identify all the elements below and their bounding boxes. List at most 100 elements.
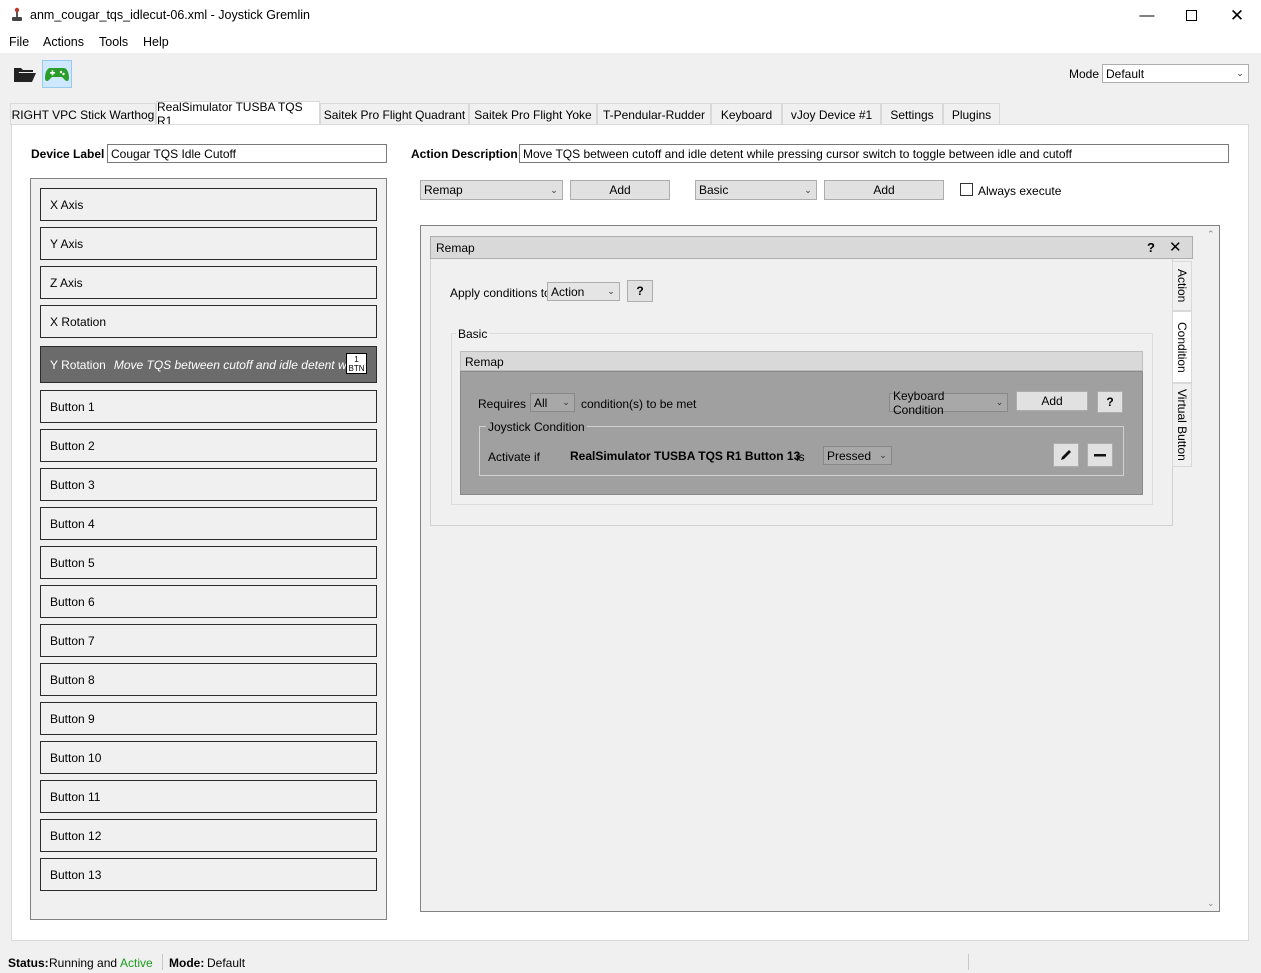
input-item-label: Y Axis (50, 236, 84, 251)
input-item-z-axis[interactable]: Z Axis (40, 266, 377, 299)
input-item-y-axis[interactable]: Y Axis (40, 227, 377, 260)
vertical-scrollbar[interactable]: ⌃ ⌄ (1205, 229, 1217, 909)
input-item-button-5[interactable]: Button 5 (40, 546, 377, 579)
status-text: Running and (49, 956, 118, 970)
action-description-input[interactable]: Move TQS between cutoff and idle detent … (519, 144, 1229, 163)
input-item-label: Button 8 (50, 672, 95, 687)
chevron-down-icon: ⌄ (995, 397, 1004, 407)
basic-group-title: Basic (456, 327, 490, 341)
input-item-label: X Axis (50, 197, 84, 212)
scroll-down-icon[interactable]: ⌄ (1207, 898, 1215, 909)
mode-select-value: Default (1106, 66, 1145, 81)
condition-kind-select[interactable]: Keyboard Condition ⌄ (889, 389, 1008, 417)
chevron-down-icon: ⌄ (607, 286, 615, 296)
scroll-up-icon[interactable]: ⌃ (1207, 229, 1215, 240)
menu-bar: File Actions Tools Help (0, 31, 1261, 53)
add-condition-item-button[interactable]: Add (1016, 391, 1088, 411)
side-tab-condition[interactable]: Condition (1172, 311, 1192, 383)
mode-label: Mode (1069, 67, 1100, 81)
input-item-button-12[interactable]: Button 12 (40, 819, 377, 852)
status-divider (162, 954, 163, 970)
requires-suffix: condition(s) to be met (581, 397, 697, 411)
open-folder-button[interactable] (10, 60, 40, 88)
minus-icon (1094, 454, 1106, 457)
input-item-button-13[interactable]: Button 13 (40, 858, 377, 891)
side-tab-label: Condition (1175, 321, 1189, 373)
activate-if-label: Activate if (488, 450, 541, 464)
tab-settings[interactable]: Settings (881, 103, 943, 125)
action-type-value: Remap (424, 183, 463, 197)
menu-file[interactable]: File (9, 35, 29, 49)
input-item-description: Move TQS between cutoff and idle detent … (113, 357, 350, 372)
close-icon[interactable]: ✕ (1169, 238, 1182, 256)
joystick-condition-title: Joystick Condition (486, 420, 587, 434)
input-item-button-2[interactable]: Button 2 (40, 429, 377, 462)
input-item-label: Button 1 (50, 399, 95, 414)
tab-right-vpc[interactable]: RIGHT VPC Stick Warthog (10, 103, 156, 125)
tab-vjoy[interactable]: vJoy Device #1 (782, 103, 881, 125)
edit-condition-button[interactable] (1053, 443, 1079, 467)
apply-conditions-select[interactable]: Action ⌄ (547, 282, 620, 301)
input-item-label: Button 6 (50, 594, 95, 609)
minimize-button[interactable]: — (1124, 0, 1170, 31)
input-item-label: X Rotation (50, 314, 107, 329)
menu-actions[interactable]: Actions (43, 35, 84, 49)
input-item-button-8[interactable]: Button 8 (40, 663, 377, 696)
action-type-select[interactable]: Remap ⌄ (420, 180, 563, 200)
requires-select[interactable]: All ⌄ (530, 393, 575, 412)
chevron-down-icon: ⌄ (879, 450, 887, 460)
apply-conditions-value: Action (551, 284, 585, 299)
chevron-down-icon: ⌄ (562, 397, 570, 407)
side-tab-virtual-button[interactable]: Virtual Button (1172, 383, 1192, 467)
input-item-button-6[interactable]: Button 6 (40, 585, 377, 618)
add-condition-button[interactable]: Add (824, 180, 944, 200)
input-item-x-axis[interactable]: X Axis (40, 188, 377, 221)
input-item-button-10[interactable]: Button 10 (40, 741, 377, 774)
state-value: Pressed (827, 448, 872, 463)
input-item-label: Button 3 (50, 477, 95, 492)
tab-realsimulator[interactable]: RealSimulator TUSBA TQS R1 (156, 100, 320, 128)
menu-tools[interactable]: Tools (99, 35, 128, 49)
window-title: anm_cougar_tqs_idlecut-06.xml - Joystick… (30, 8, 310, 22)
device-label-input[interactable]: Cougar TQS Idle Cutoff (107, 144, 387, 163)
chevron-down-icon: ⌄ (804, 184, 812, 195)
input-item-button-9[interactable]: Button 9 (40, 702, 377, 735)
condition-type-select[interactable]: Basic ⌄ (695, 180, 817, 200)
help-icon[interactable]: ? (1147, 240, 1155, 255)
button-badge-icon: 1 BTN (346, 353, 367, 374)
add-action-button[interactable]: Add (570, 180, 670, 200)
state-select[interactable]: Pressed ⌄ (823, 446, 892, 465)
side-tab-label: Virtual Button (1175, 389, 1189, 461)
input-item-button-4[interactable]: Button 4 (40, 507, 377, 540)
side-tab-action[interactable]: Action (1172, 261, 1192, 311)
tab-plugins[interactable]: Plugins (943, 103, 1000, 125)
input-item-button-11[interactable]: Button 11 (40, 780, 377, 813)
input-item-label: Y Rotation (50, 357, 106, 372)
tab-keyboard[interactable]: Keyboard (711, 103, 782, 125)
status-active: Active (120, 956, 153, 970)
input-item-button-7[interactable]: Button 7 (40, 624, 377, 657)
close-window-button[interactable]: ✕ (1214, 0, 1260, 31)
input-item-button-1[interactable]: Button 1 (40, 390, 377, 423)
condition-help-button[interactable]: ? (1097, 391, 1123, 413)
is-label: is (796, 450, 805, 464)
tab-t-pendular[interactable]: T-Pendular-Rudder (597, 103, 711, 125)
status-mode-value: Default (207, 956, 246, 970)
apply-help-button[interactable]: ? (627, 280, 653, 302)
chevron-down-icon: ⌄ (550, 184, 558, 195)
remap-header: Remap ? ✕ (430, 236, 1193, 259)
menu-help[interactable]: Help (143, 35, 169, 49)
input-item-x-rotation[interactable]: X Rotation (40, 305, 377, 338)
remove-condition-button[interactable] (1087, 443, 1113, 467)
maximize-button[interactable] (1168, 0, 1214, 31)
side-tab-label: Action (1175, 269, 1189, 303)
tab-saitek-quadrant[interactable]: Saitek Pro Flight Quadrant (320, 103, 469, 125)
tab-saitek-yoke[interactable]: Saitek Pro Flight Yoke (469, 103, 597, 125)
mode-select[interactable]: Default ⌄ (1102, 64, 1249, 83)
input-item-y-rotation[interactable]: Y Rotation Move TQS between cutoff and i… (40, 346, 377, 383)
activate-gamepad-button[interactable] (42, 60, 72, 88)
requires-value: All (534, 395, 548, 410)
always-execute-checkbox[interactable] (960, 183, 973, 196)
condition-remap-title: Remap (465, 355, 504, 369)
input-item-button-3[interactable]: Button 3 (40, 468, 377, 501)
